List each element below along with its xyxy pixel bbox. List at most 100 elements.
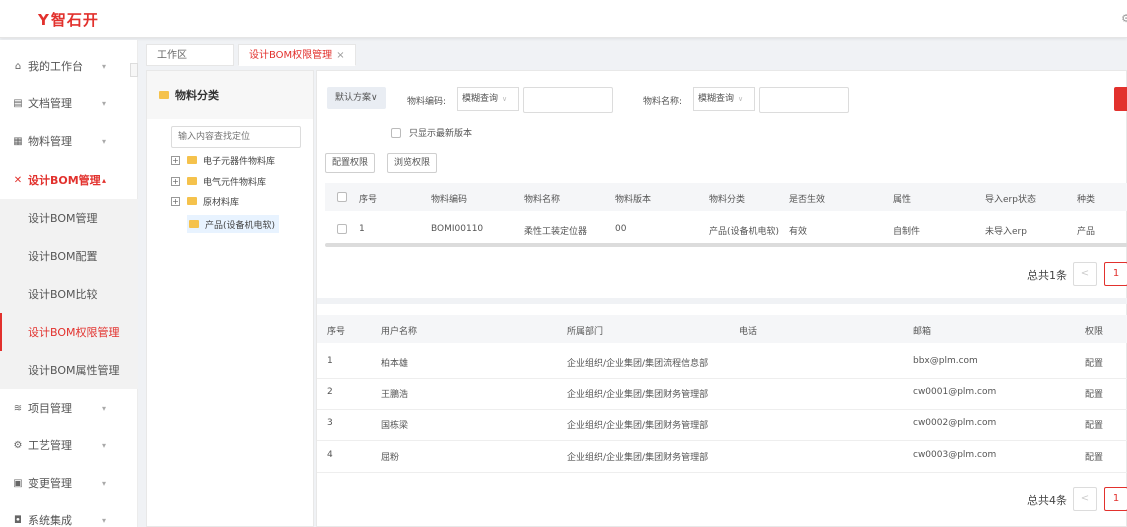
sidebar-item-process[interactable]: ⚙ 工艺管理 ▾	[0, 427, 138, 463]
home-icon: ⌂	[14, 60, 22, 72]
tree-node-label: 电气元件物料库	[203, 177, 267, 188]
latest-version-checkbox[interactable]	[391, 127, 401, 138]
sidebar-item-label: 我的工作台	[28, 60, 83, 73]
tree-node-label: 原材料库	[203, 197, 240, 208]
logo-text: 智石开	[50, 11, 99, 29]
name-search-input[interactable]	[759, 87, 849, 113]
code-mode-value: 模糊查询	[462, 94, 499, 104]
folder-icon	[187, 156, 197, 164]
horizontal-scrollbar[interactable]	[325, 243, 1127, 247]
user-name: 国栋梁	[381, 421, 409, 431]
user-name: 柏本雄	[381, 359, 409, 369]
row-divider	[317, 378, 1127, 379]
row-divider	[317, 440, 1127, 441]
folder-icon	[189, 220, 199, 228]
scheme-dropdown[interactable]: 默认方案∨	[327, 87, 386, 109]
row-index: 1	[327, 356, 333, 366]
column-header: 物料分类	[709, 195, 746, 205]
page-number-button[interactable]: 1	[1104, 487, 1127, 511]
sidebar-subitem-bom-permission[interactable]: 设计BOM权限管理	[0, 313, 138, 351]
document-icon: ▤	[13, 97, 23, 109]
select-all-checkbox[interactable]	[337, 192, 347, 202]
folder-icon	[187, 197, 197, 205]
tree-node-electrical[interactable]: + 电气元件物料库	[171, 172, 266, 190]
page-number-button[interactable]: 1	[1104, 262, 1127, 286]
tree-search-input[interactable]	[171, 126, 301, 148]
chevron-down-icon: ▾	[102, 440, 107, 450]
expand-icon[interactable]: +	[171, 196, 180, 206]
sidebar-item-label: 物料管理	[28, 135, 72, 148]
app-logo[interactable]: Y智石开	[38, 9, 99, 30]
chevron-down-icon: ▾	[102, 61, 107, 71]
column-header: 是否生效	[789, 195, 826, 205]
expand-icon[interactable]: +	[171, 176, 180, 186]
column-header: 用户名称	[381, 327, 418, 337]
sidebar-subitem-bom-manage[interactable]: 设计BOM管理	[0, 199, 138, 237]
user-permission[interactable]: 配置	[1085, 356, 1103, 369]
row-divider	[317, 409, 1127, 410]
column-header: 物料名称	[524, 195, 561, 205]
search-button[interactable]	[1114, 87, 1127, 111]
tab-bom-permission[interactable]: 设计BOM权限管理 ×	[238, 44, 356, 66]
user-department: 企业组织/企业集团/集团流程信息部	[567, 359, 709, 369]
gear-icon[interactable]: ⚙	[1121, 12, 1127, 25]
config-permission-button[interactable]: 配置权限	[325, 153, 376, 173]
material-code: BOMI00110	[431, 224, 484, 234]
expand-icon[interactable]: +	[171, 155, 180, 165]
material-total-count: 总共1条	[1027, 269, 1067, 282]
code-mode-select[interactable]: 模糊查询 ∨	[457, 87, 519, 111]
logo-mark: Y	[38, 11, 50, 29]
material-effective: 有效	[789, 227, 808, 237]
user-name: 王鵬浩	[381, 390, 409, 400]
material-icon: ▦	[13, 135, 23, 147]
tab-workspace[interactable]: 工作区	[146, 44, 234, 66]
material-category: 产品(设备机电软)	[709, 227, 780, 237]
tree-node-raw-materials[interactable]: + 原材料库	[171, 192, 239, 210]
sidebar: ⌂ 我的工作台 ▾ ▤ 文档管理 ▾ ▦ 物料管理 ▾ ✕ 设计BOM管理 ▴ …	[0, 40, 138, 527]
column-header: 序号	[359, 195, 378, 205]
tree-node-electronics[interactable]: + 电子元器件物料库	[171, 151, 275, 169]
row-checkbox[interactable]	[337, 224, 347, 234]
prev-page-button[interactable]: <	[1073, 487, 1097, 511]
user-permission[interactable]: 配置	[1085, 387, 1103, 400]
name-filter-label: 物料名称:	[643, 97, 683, 107]
sidebar-item-label: 文档管理	[28, 97, 72, 110]
sidebar-item-label: 工艺管理	[28, 439, 72, 452]
name-mode-select[interactable]: 模糊查询 ∨	[693, 87, 755, 111]
sidebar-collapse-handle[interactable]	[130, 63, 138, 77]
latest-version-option[interactable]: 只显示最新版本	[391, 126, 472, 139]
user-permission[interactable]: 配置	[1085, 418, 1103, 431]
column-header: 物料版本	[615, 195, 652, 205]
chevron-down-icon: ▾	[102, 478, 107, 488]
chevron-down-icon: ∨	[738, 95, 744, 103]
sidebar-item-changes[interactable]: ▣ 变更管理 ▾	[0, 465, 138, 501]
material-name: 柔性工装定位器	[524, 227, 588, 237]
code-filter-label: 物料编码:	[407, 97, 447, 107]
user-department: 企业组织/企业集团/集团财务管理部	[567, 390, 709, 400]
sidebar-item-integration[interactable]: ◘ 系统集成 ▾	[0, 502, 138, 527]
user-permission[interactable]: 配置	[1085, 450, 1103, 463]
code-search-input[interactable]	[523, 87, 613, 113]
row-index: 3	[327, 418, 333, 428]
material-attribute: 自制件	[893, 227, 921, 237]
user-department: 企业组织/企业集团/集团财务管理部	[567, 421, 709, 431]
tree-node-label: 电子元器件物料库	[203, 156, 276, 167]
sidebar-item-design-bom[interactable]: ✕ 设计BOM管理 ▴	[0, 162, 138, 198]
tree-node-products[interactable]: 产品(设备机电软)	[187, 215, 280, 233]
sidebar-subitem-bom-config[interactable]: 设计BOM配置	[0, 237, 138, 275]
sidebar-item-materials[interactable]: ▦ 物料管理 ▾	[0, 123, 138, 159]
user-department: 企业组织/企业集团/集团财务管理部	[567, 453, 709, 463]
design-icon: ✕	[13, 174, 23, 186]
user-email: bbx@plm.com	[913, 356, 978, 366]
sidebar-subitem-bom-compare[interactable]: 设计BOM比较	[0, 275, 138, 313]
integration-icon: ◘	[14, 514, 22, 526]
close-icon[interactable]: ×	[336, 50, 344, 61]
prev-page-button[interactable]: <	[1073, 262, 1097, 286]
main-panel: 默认方案∨ 物料编码: 模糊查询 ∨ 物料名称: 模糊查询 ∨ 只显示最新版本 配置…	[316, 70, 1127, 527]
sidebar-subitem-bom-attributes[interactable]: 设计BOM属性管理	[0, 351, 138, 389]
sidebar-item-workbench[interactable]: ⌂ 我的工作台 ▾	[0, 48, 138, 84]
sidebar-item-documents[interactable]: ▤ 文档管理 ▾	[0, 85, 138, 121]
column-header: 物料编码	[431, 195, 468, 205]
sidebar-item-projects[interactable]: ≋ 项目管理 ▾	[0, 390, 138, 426]
browse-permission-button[interactable]: 浏览权限	[387, 153, 438, 173]
